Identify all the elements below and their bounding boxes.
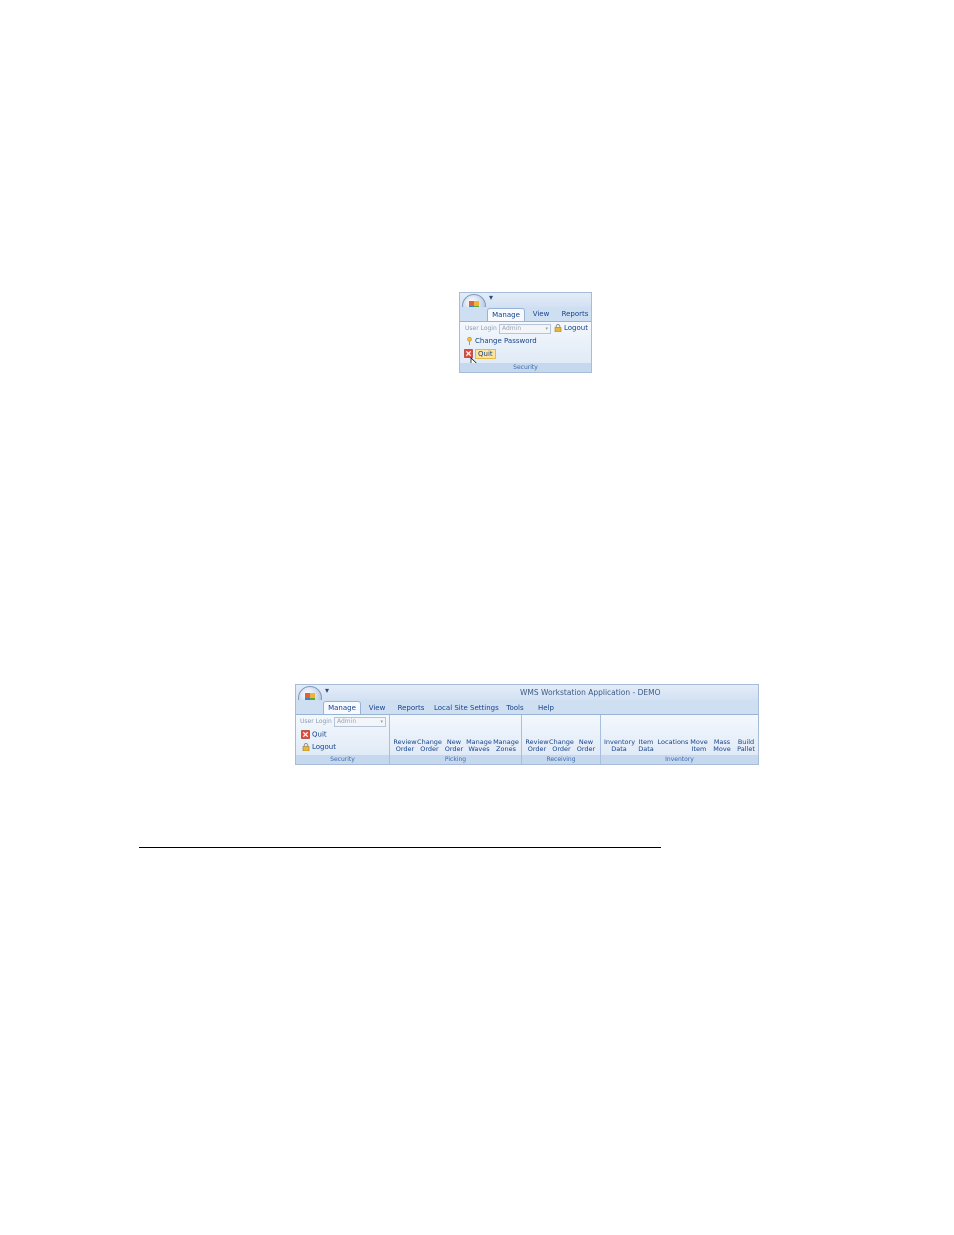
tab-help[interactable]: Help (536, 704, 556, 712)
cmd-line2: Move (713, 745, 731, 753)
main-ribbon-screenshot: ▾ WMS Workstation Application - DEMO Man… (295, 684, 759, 765)
cmd-line2: Data (611, 745, 627, 753)
user-login-label: User Login (300, 718, 332, 725)
user-login-label: User Login (465, 325, 497, 332)
group-label-security: Security (296, 755, 389, 764)
cmd-line2: Zones (496, 745, 516, 753)
tab-reports[interactable]: Reports (561, 310, 589, 318)
picking-review-order-button[interactable]: Review Order (393, 739, 417, 753)
group-label-security: Security (460, 363, 591, 372)
user-login-combo[interactable]: Admin ▾ (334, 717, 386, 727)
close-icon (301, 730, 310, 739)
mass-move-button[interactable]: Mass Move (712, 739, 732, 753)
cmd-line2: Order (527, 745, 547, 753)
tab-tools[interactable]: Tools (504, 704, 526, 712)
cmd-line2: Waves (468, 745, 490, 753)
build-pallet-button[interactable]: Build Pallet (736, 739, 756, 753)
security-ribbon-screenshot: ▾ Manage View Reports User Login Admin ▾… (459, 292, 592, 373)
item-data-button[interactable]: Item Data (636, 739, 656, 753)
change-password-button[interactable]: Change Password (466, 337, 537, 345)
quit-label: Quit (312, 730, 327, 739)
picking-change-order-button[interactable]: Change Order (417, 739, 442, 753)
group-label-inventory: Inventory (601, 755, 758, 764)
tab-manage[interactable]: Manage (323, 701, 361, 714)
key-icon (467, 337, 472, 345)
chevron-down-icon: ▾ (380, 719, 383, 725)
cmd-line1: Locations (657, 738, 689, 746)
logout-label: Logout (564, 324, 588, 332)
group-label-picking: Picking (390, 755, 521, 764)
receiving-new-order-button[interactable]: New Order (575, 739, 597, 753)
quit-button[interactable]: Quit (301, 730, 327, 739)
cmd-line2: Order (552, 745, 571, 753)
lock-icon (302, 743, 310, 751)
tab-reports[interactable]: Reports (396, 704, 426, 712)
cmd-line2: Order (444, 745, 464, 753)
tab-manage[interactable]: Manage (487, 308, 525, 321)
cmd-line2: Order (420, 745, 439, 753)
chevron-down-icon: ▾ (545, 326, 548, 332)
lock-icon (554, 324, 562, 332)
picking-new-order-button[interactable]: New Order (443, 739, 465, 753)
user-login-value: Admin (337, 718, 357, 725)
receiving-review-order-button[interactable]: Review Order (525, 739, 549, 753)
quit-label: Quit (475, 348, 496, 359)
user-login-value: Admin (502, 325, 522, 332)
tab-local-site-settings[interactable]: Local Site Settings (434, 704, 499, 712)
change-password-label: Change Password (475, 337, 537, 345)
cmd-line2: Item (691, 745, 707, 753)
receiving-change-order-button[interactable]: Change Order (549, 739, 574, 753)
quit-button[interactable]: Quit (464, 348, 496, 359)
cmd-line2: Data (638, 745, 654, 753)
inventory-data-button[interactable]: Inventory Data (604, 739, 635, 753)
locations-button[interactable]: Locations (657, 739, 689, 746)
logout-button[interactable]: Logout (302, 743, 336, 751)
window-title: WMS Workstation Application - DEMO (520, 688, 661, 697)
picking-manage-zones-button[interactable]: Manage Zones (493, 739, 519, 753)
group-label-receiving: Receiving (522, 755, 600, 764)
horizontal-divider (139, 847, 661, 848)
logout-label: Logout (312, 743, 336, 751)
tab-view[interactable]: View (531, 310, 551, 318)
tab-view[interactable]: View (366, 704, 388, 712)
quick-access-dropdown-icon[interactable]: ▾ (489, 293, 493, 302)
logout-button[interactable]: Logout (554, 324, 588, 332)
move-item-button[interactable]: Move Item (689, 739, 709, 753)
cmd-line2: Pallet (737, 745, 755, 753)
quick-access-dropdown-icon[interactable]: ▾ (325, 686, 329, 695)
cmd-line2: Order (576, 745, 596, 753)
user-login-combo[interactable]: Admin ▾ (499, 324, 551, 334)
picking-manage-waves-button[interactable]: Manage Waves (466, 739, 492, 753)
cmd-line2: Order (395, 745, 415, 753)
